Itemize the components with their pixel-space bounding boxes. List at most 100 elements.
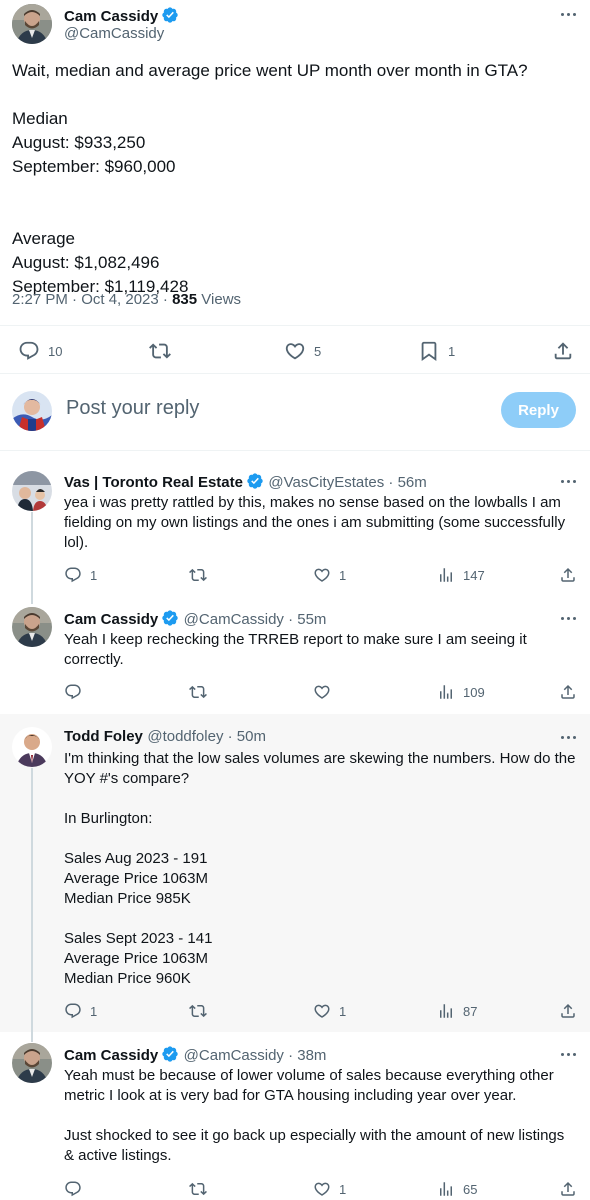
- thread-line: [31, 512, 33, 604]
- reply-action[interactable]: 1: [64, 566, 97, 584]
- reply-action[interactable]: [64, 1180, 82, 1198]
- reply-text: Yeah I keep rechecking the TRREB report …: [64, 631, 531, 668]
- reply-icon: [64, 683, 82, 701]
- reply-avatar[interactable]: [12, 471, 52, 511]
- views-count: 87: [463, 1003, 478, 1019]
- heart-icon: [284, 340, 306, 362]
- like-action[interactable]: 1: [313, 1002, 346, 1020]
- reply-count: 10: [48, 343, 63, 359]
- reply-author-handle[interactable]: @VasCityEstates · 56m: [268, 474, 426, 491]
- reply-avatar[interactable]: [12, 727, 52, 767]
- reply-author-handle[interactable]: @toddfoley · 50m: [147, 728, 266, 745]
- verified-badge-icon: [161, 1045, 179, 1063]
- reply-author-name[interactable]: Cam Cassidy: [64, 611, 158, 628]
- reply-header: Cam Cassidy @CamCassidy · 38m: [64, 1045, 326, 1065]
- reply-text: Yeah must be because of lower volume of …: [64, 1067, 565, 1164]
- divider: [0, 325, 590, 326]
- heart-icon: [313, 566, 331, 584]
- like-count: 1: [339, 1181, 347, 1197]
- repost-icon: [149, 340, 171, 362]
- reply-avatar[interactable]: [12, 607, 52, 647]
- main-tweet-meta: 2:27 PM · Oct 4, 2023 · 835 Views: [12, 291, 241, 308]
- main-author-handle[interactable]: @CamCassidy: [64, 25, 164, 42]
- reply-author-name[interactable]: Todd Foley: [64, 728, 143, 745]
- more-icon[interactable]: [558, 610, 578, 626]
- reply-action[interactable]: [64, 683, 82, 701]
- reply-icon: [64, 566, 82, 584]
- reply-icon: [18, 340, 40, 362]
- reply-author-handle[interactable]: @CamCassidy · 38m: [184, 1047, 327, 1064]
- share-action[interactable]: [559, 1002, 577, 1020]
- bookmark-action[interactable]: 1: [418, 340, 455, 362]
- reply-count: 1: [90, 567, 98, 583]
- reply-text: I'm thinking that the low sales volumes …: [64, 750, 576, 987]
- reply-avatar[interactable]: [12, 1043, 52, 1083]
- repost-icon: [189, 566, 207, 584]
- share-action[interactable]: [559, 1180, 577, 1198]
- repost-action[interactable]: [189, 566, 207, 584]
- more-icon[interactable]: [558, 1046, 578, 1062]
- reply-header: Cam Cassidy @CamCassidy · 55m: [64, 609, 326, 629]
- views-action[interactable]: 147: [437, 566, 485, 584]
- like-action[interactable]: 1: [313, 1180, 346, 1198]
- views-count: 109: [463, 684, 485, 700]
- reply-author-handle[interactable]: @CamCassidy · 55m: [184, 611, 327, 628]
- share-action[interactable]: [559, 683, 577, 701]
- reply-text: yea i was pretty rattled by this, makes …: [64, 494, 570, 551]
- like-count: 1: [339, 1003, 347, 1019]
- reply-icon: [64, 1180, 82, 1198]
- share-action[interactable]: [552, 340, 574, 362]
- like-count: 1: [339, 567, 347, 583]
- more-icon[interactable]: [558, 473, 578, 489]
- bookmark-icon: [418, 340, 440, 362]
- main-author-name[interactable]: Cam Cassidy: [64, 8, 158, 25]
- reply-count: 1: [90, 1003, 98, 1019]
- repost-icon: [189, 683, 207, 701]
- repost-action[interactable]: [189, 683, 207, 701]
- heart-icon: [313, 1002, 331, 1020]
- views-action[interactable]: 65: [437, 1180, 477, 1198]
- share-action[interactable]: [559, 566, 577, 584]
- like-action[interactable]: 5: [284, 340, 321, 362]
- heart-icon: [313, 683, 331, 701]
- heart-icon: [313, 1180, 331, 1198]
- like-action[interactable]: [313, 683, 331, 701]
- reply-action[interactable]: 10: [18, 340, 62, 362]
- reply-header: Todd Foley @toddfoley · 50m: [64, 728, 266, 746]
- reply-input[interactable]: Post your reply: [66, 397, 199, 420]
- divider: [0, 450, 590, 451]
- main-author-header: Cam Cassidy: [64, 6, 179, 26]
- reply-button[interactable]: Reply: [501, 392, 576, 428]
- repost-action[interactable]: [189, 1002, 207, 1020]
- views-label: Views: [201, 291, 242, 308]
- share-icon: [559, 566, 577, 584]
- verified-badge-icon: [246, 472, 264, 490]
- reply-header: Vas | Toronto Real Estate @VasCityEstate…: [64, 472, 427, 492]
- more-icon[interactable]: [558, 729, 578, 745]
- user-avatar[interactable]: [12, 391, 52, 431]
- verified-badge-icon: [161, 6, 179, 24]
- views-icon: [437, 1180, 455, 1198]
- repost-action[interactable]: [149, 340, 171, 362]
- repost-icon: [189, 1002, 207, 1020]
- tweet-timestamp[interactable]: 2:27 PM · Oct 4, 2023 ·: [12, 291, 172, 308]
- main-author-avatar[interactable]: [12, 4, 52, 44]
- views-action[interactable]: 109: [437, 683, 485, 701]
- share-icon: [552, 340, 574, 362]
- more-icon[interactable]: [558, 6, 578, 22]
- share-icon: [559, 683, 577, 701]
- reply-author-name[interactable]: Cam Cassidy: [64, 1047, 158, 1064]
- verified-badge-icon: [161, 609, 179, 627]
- views-count: 65: [463, 1181, 478, 1197]
- views-action[interactable]: 87: [437, 1002, 477, 1020]
- reply-action[interactable]: 1: [64, 1002, 97, 1020]
- repost-icon: [189, 1180, 207, 1198]
- repost-action[interactable]: [189, 1180, 207, 1198]
- like-action[interactable]: 1: [313, 566, 346, 584]
- views-count: 835: [172, 291, 198, 308]
- main-tweet-text: Wait, median and average price went UP m…: [12, 61, 528, 296]
- reply-icon: [64, 1002, 82, 1020]
- reply-author-name[interactable]: Vas | Toronto Real Estate: [64, 474, 243, 491]
- share-icon: [559, 1180, 577, 1198]
- thread-line: [31, 768, 33, 1042]
